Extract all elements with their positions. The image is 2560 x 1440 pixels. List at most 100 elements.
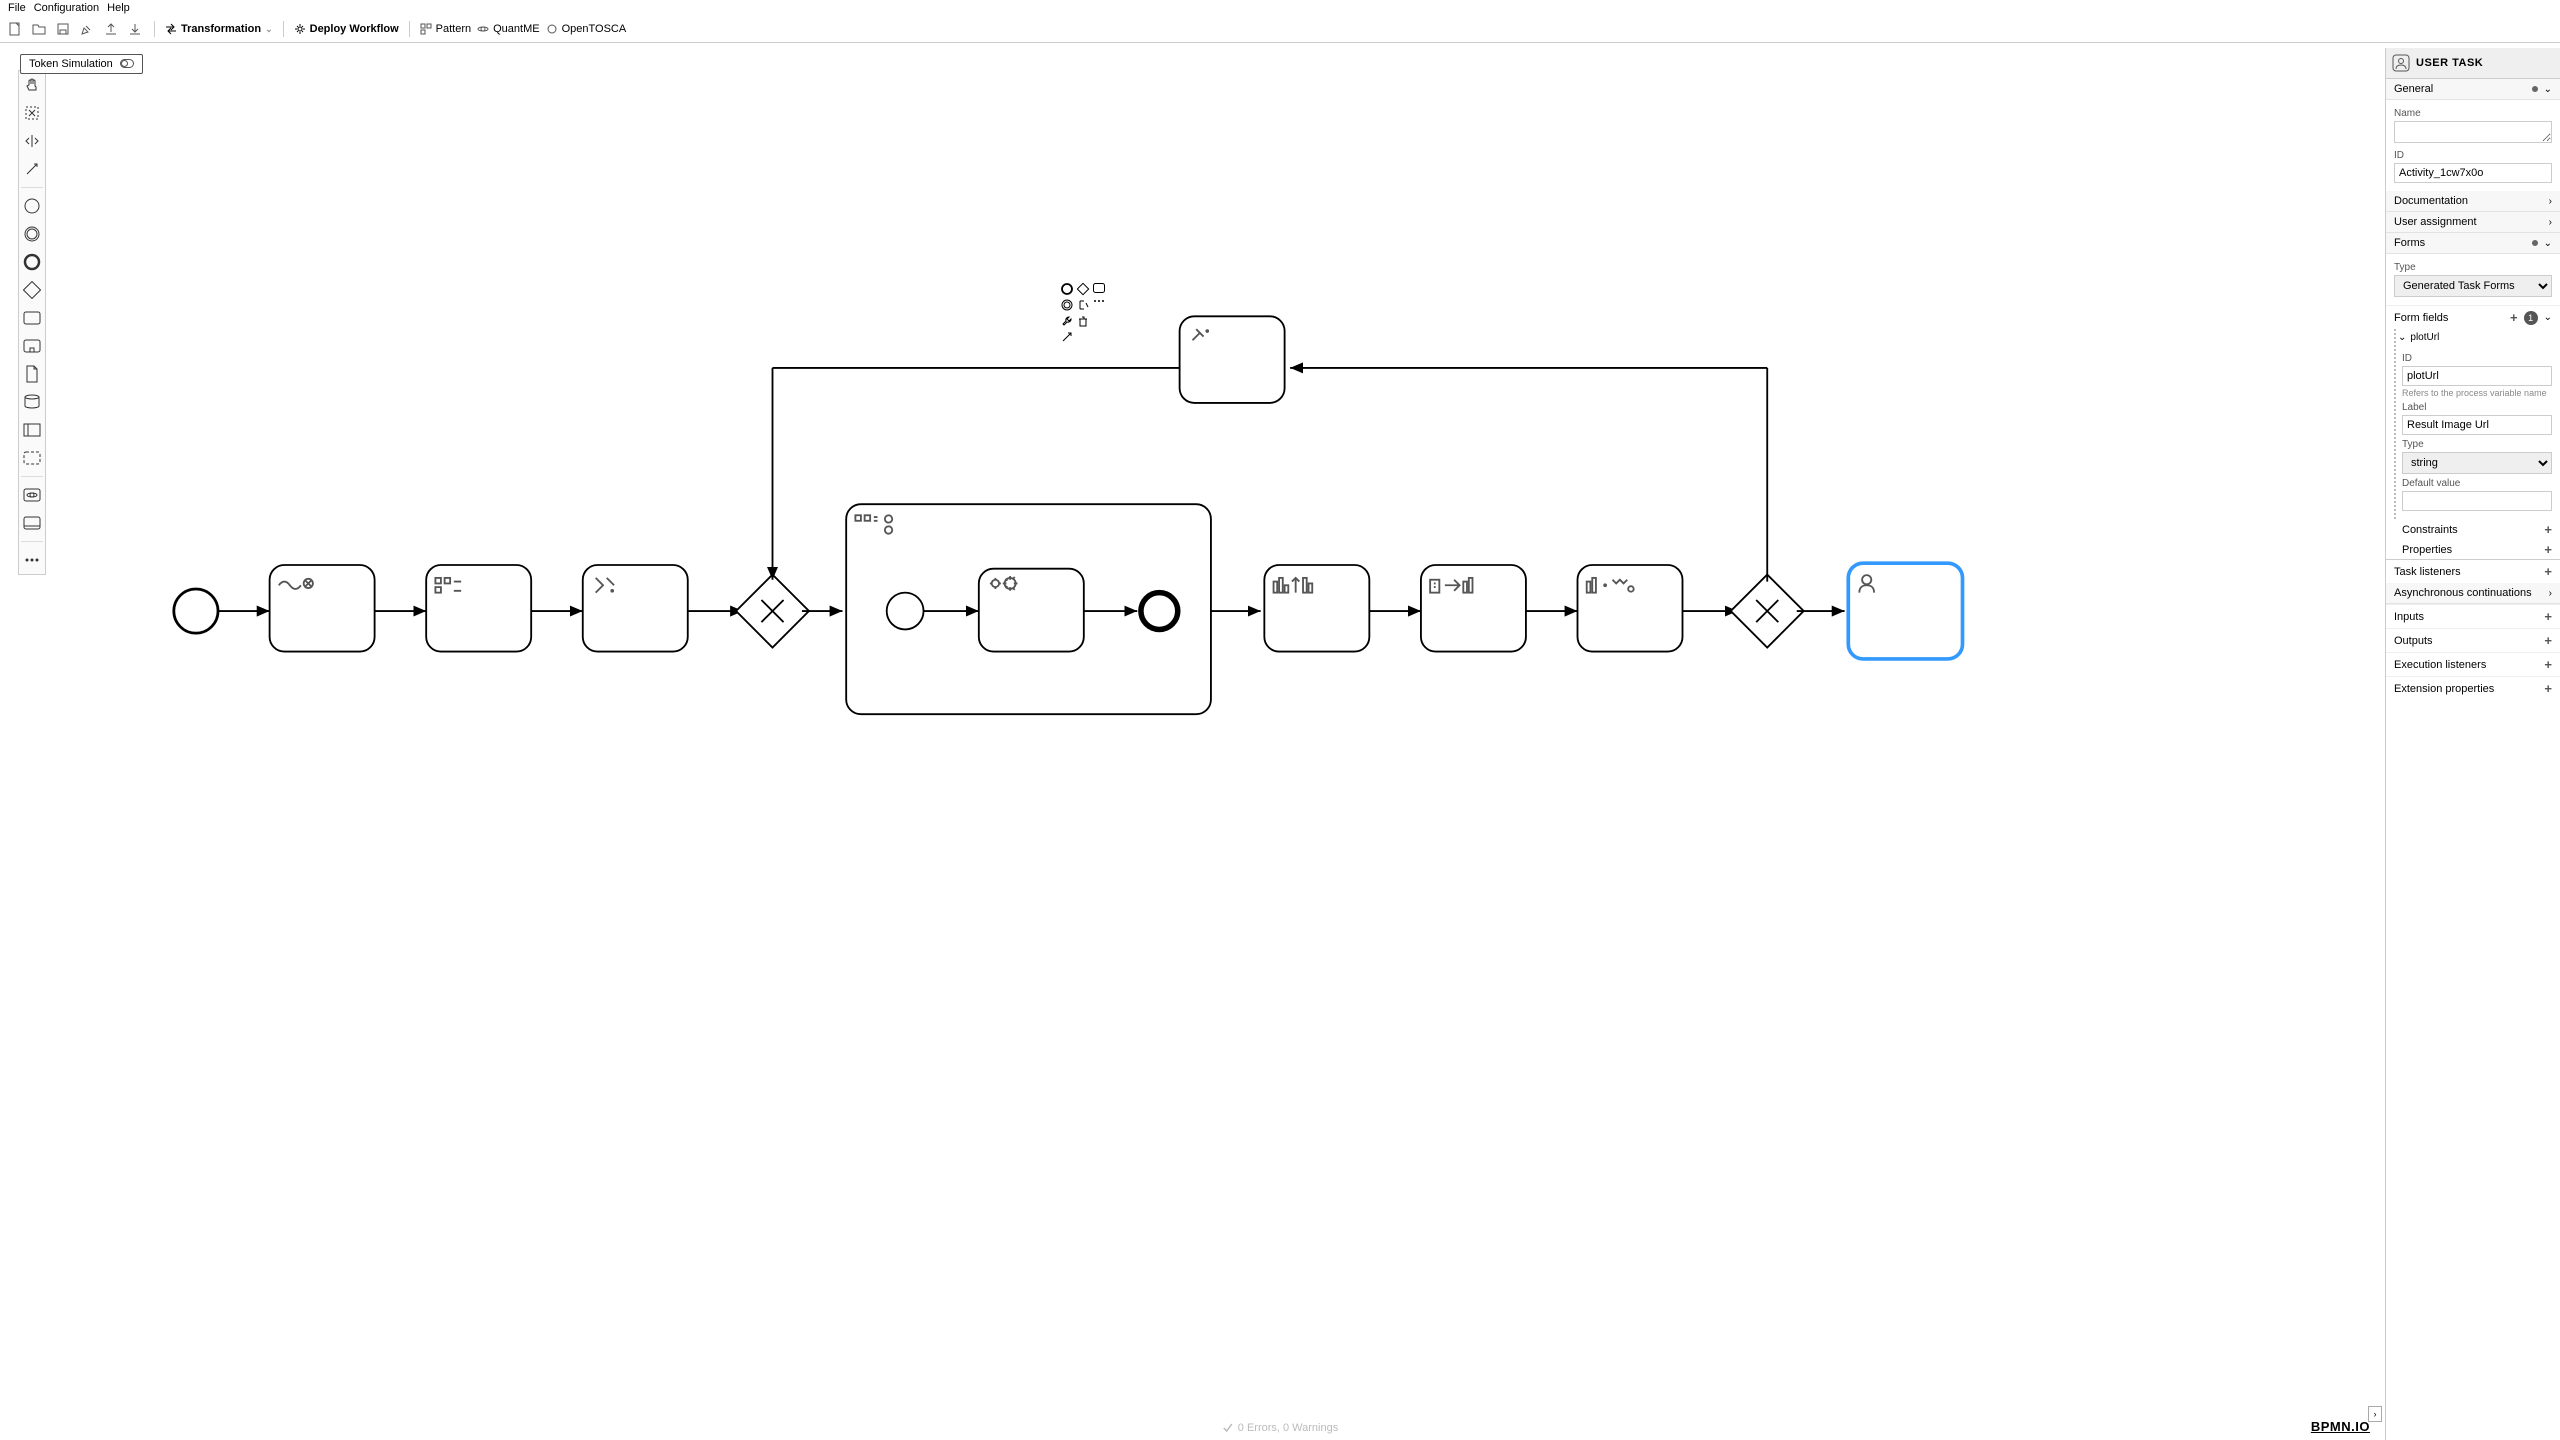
quantme-subprocess-icon[interactable] — [22, 513, 42, 533]
add-input-icon[interactable]: + — [2544, 609, 2552, 624]
task-3[interactable] — [583, 565, 688, 652]
async-continuations-header[interactable]: Asynchronous continuations› — [2386, 583, 2560, 604]
loop-task[interactable] — [1180, 316, 1285, 403]
data-object-icon[interactable] — [22, 364, 42, 384]
add-property-icon[interactable]: + — [2544, 542, 2552, 557]
hand-tool-icon[interactable] — [22, 75, 42, 95]
user-task-icon — [2392, 54, 2410, 72]
sub-task[interactable] — [979, 569, 1084, 652]
upload-icon[interactable] — [102, 20, 120, 38]
end-event-icon[interactable] — [22, 252, 42, 272]
outputs-header[interactable]: Outputs+ — [2386, 628, 2560, 652]
forms-type-select[interactable]: Generated Task Forms — [2394, 275, 2552, 297]
save-icon[interactable] — [54, 20, 72, 38]
opentosca-button[interactable]: OpenTOSCA — [546, 23, 627, 35]
intermediate-event-icon[interactable] — [22, 224, 42, 244]
ff-id-label: ID — [2402, 353, 2552, 364]
start-event-icon[interactable] — [22, 196, 42, 216]
group-general[interactable]: General ⌄ — [2386, 79, 2560, 100]
task-1[interactable] — [270, 565, 375, 652]
name-input[interactable] — [2394, 121, 2552, 143]
wrench-icon[interactable] — [1061, 315, 1075, 329]
id-input[interactable] — [2394, 163, 2552, 183]
connect-icon[interactable] — [1061, 331, 1075, 345]
field-properties-header[interactable]: Properties+ — [2386, 539, 2560, 559]
form-fields-header[interactable]: Form fields + 1 ⌄ — [2386, 305, 2560, 329]
lasso-tool-icon[interactable] — [22, 103, 42, 123]
delete-icon[interactable] — [1077, 315, 1091, 329]
form-field-item[interactable]: ⌄ plotUrl — [2386, 329, 2560, 345]
menu-config[interactable]: Configuration — [34, 2, 99, 14]
task-2[interactable] — [426, 565, 531, 652]
chevron-right-icon: › — [2549, 217, 2552, 228]
forms-type-label: Type — [2394, 262, 2552, 273]
add-constraint-icon[interactable]: + — [2544, 522, 2552, 537]
append-task-icon[interactable] — [1093, 283, 1107, 297]
pattern-button[interactable]: Pattern — [420, 23, 471, 35]
subprocess-icon[interactable] — [22, 336, 42, 356]
menubar: File Configuration Help — [0, 0, 2560, 16]
group-icon[interactable] — [22, 448, 42, 468]
open-folder-icon[interactable] — [30, 20, 48, 38]
toolbar-separator — [283, 21, 284, 37]
quantme-button[interactable]: QuantME — [477, 23, 539, 35]
token-simulation-toggle[interactable]: Token Simulation — [20, 54, 143, 74]
add-output-icon[interactable]: + — [2544, 633, 2552, 648]
annotation-icon[interactable] — [1077, 299, 1091, 313]
group-documentation[interactable]: Documentation› — [2386, 191, 2560, 212]
ff-type-select[interactable]: string — [2402, 452, 2552, 474]
add-ext-prop-icon[interactable]: + — [2544, 681, 2552, 696]
bpmn-io-logo[interactable]: BPMN.IO — [2311, 1419, 2370, 1434]
ff-default-input[interactable] — [2402, 491, 2552, 511]
context-pad — [1061, 283, 1107, 345]
more-options-icon[interactable] — [1093, 299, 1107, 313]
task-listeners-header[interactable]: Task listeners+ — [2386, 559, 2560, 583]
more-tools-icon[interactable] — [22, 550, 42, 570]
toolbar-separator — [409, 21, 410, 37]
quantme-task-icon[interactable] — [22, 485, 42, 505]
download-icon[interactable] — [126, 20, 144, 38]
chevron-down-icon: ⌄ — [2544, 312, 2552, 323]
task-icon[interactable] — [22, 308, 42, 328]
group-user-assignment[interactable]: User assignment› — [2386, 212, 2560, 233]
constraints-header[interactable]: Constraints+ — [2386, 519, 2560, 539]
new-file-icon[interactable] — [6, 20, 24, 38]
add-form-field-icon[interactable]: + — [2510, 310, 2518, 325]
properties-panel: USER TASK General ⌄ Name ID Documentatio… — [2385, 48, 2560, 1440]
ff-label-input[interactable] — [2402, 415, 2552, 435]
ff-label-label: Label — [2402, 402, 2552, 413]
deploy-workflow-button[interactable]: Deploy Workflow — [294, 23, 399, 35]
diagram-canvas[interactable] — [0, 40, 2385, 1440]
form-fields-count: 1 — [2524, 311, 2538, 325]
ff-id-input[interactable] — [2402, 366, 2552, 386]
add-exec-listener-icon[interactable]: + — [2544, 657, 2552, 672]
transformation-button[interactable]: Transformation ⌄ — [165, 23, 273, 35]
append-end-event-icon[interactable] — [1061, 283, 1075, 297]
chevron-right-icon: › — [2549, 196, 2552, 207]
ff-type-label: Type — [2402, 439, 2552, 450]
connect-tool-icon[interactable] — [22, 159, 42, 179]
space-tool-icon[interactable] — [22, 131, 42, 151]
id-label: ID — [2394, 150, 2552, 161]
menu-help[interactable]: Help — [107, 2, 130, 14]
user-task-selected[interactable] — [1848, 563, 1962, 659]
data-store-icon[interactable] — [22, 392, 42, 412]
participant-icon[interactable] — [22, 420, 42, 440]
group-forms[interactable]: Forms ⌄ — [2386, 233, 2560, 254]
inputs-header[interactable]: Inputs+ — [2386, 604, 2560, 628]
ext-props-header[interactable]: Extension properties+ — [2386, 676, 2560, 700]
gateway-icon[interactable] — [22, 280, 42, 300]
edit-icon[interactable] — [78, 20, 96, 38]
props-header: USER TASK — [2386, 48, 2560, 79]
minimap-toggle-icon[interactable]: › — [2368, 1406, 2382, 1422]
menu-file[interactable]: File — [8, 2, 26, 14]
exec-listeners-header[interactable]: Execution listeners+ — [2386, 652, 2560, 676]
append-intermediate-icon[interactable] — [1061, 299, 1075, 313]
start-event[interactable] — [174, 589, 218, 633]
toolbar: Transformation ⌄ Deploy Workflow Pattern… — [0, 16, 2560, 43]
chevron-down-icon: ⌄ — [2544, 84, 2552, 95]
status-bar: 0 Errors, 0 Warnings — [1222, 1422, 1338, 1434]
add-task-listener-icon[interactable]: + — [2544, 564, 2552, 579]
append-gateway-icon[interactable] — [1077, 283, 1091, 297]
check-icon — [1222, 1422, 1234, 1434]
